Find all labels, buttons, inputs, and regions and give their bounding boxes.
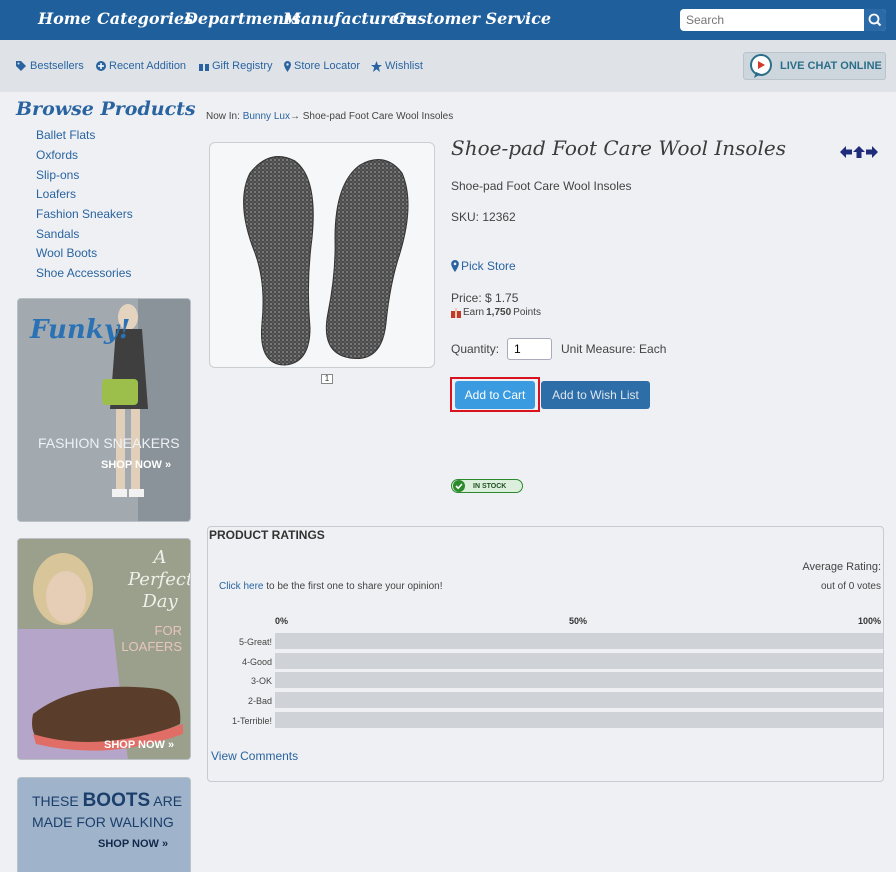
product-ratings-panel: PRODUCT RATINGS Average Rating: out of 0… [207, 526, 884, 782]
banner-cta: SHOP NOW » [98, 838, 169, 850]
view-comments-link[interactable]: View Comments [211, 749, 298, 763]
category-link-shoe-accessories[interactable]: Shoe Accessories [36, 266, 131, 280]
browse-products-title: Browse Products [16, 98, 196, 120]
map-marker-icon [284, 60, 291, 72]
nav-home[interactable]: Home [38, 9, 91, 28]
banner-headline: A Perfect Day [128, 547, 191, 612]
gift-icon [199, 61, 209, 71]
rating-row-label: 5-Great! [238, 637, 272, 647]
click-here-link[interactable]: Click here [219, 581, 263, 592]
map-marker-icon [451, 260, 459, 272]
category-link-fashion-sneakers[interactable]: Fashion Sneakers [36, 207, 133, 221]
banner-subtitle: FASHION SNEAKERS [38, 435, 180, 451]
live-chat-button[interactable]: LIVE CHAT ONLINE [743, 52, 886, 80]
nav-customer-service[interactable]: Customer Service [393, 9, 551, 28]
rating-row-label: 3-OK [250, 676, 272, 686]
gift-icon [451, 307, 461, 318]
quantity-input[interactable] [507, 338, 552, 360]
product-navigation [840, 146, 878, 158]
insoles-image [243, 156, 409, 366]
category-link-ballet-flats[interactable]: Ballet Flats [36, 128, 95, 142]
reward-points: Earn 1,750 Points [451, 307, 541, 318]
product-subtitle: Shoe-pad Foot Care Wool Insoles [451, 179, 632, 193]
bestsellers-link[interactable]: Bestsellers [16, 60, 84, 72]
rating-row-label: 4-Good [241, 657, 272, 667]
live-chat-label: LIVE CHAT ONLINE [780, 60, 882, 72]
up-arrow-icon[interactable] [853, 146, 865, 158]
search-button[interactable] [864, 9, 886, 31]
banner-cta: SHOP NOW » [101, 459, 172, 471]
quantity-label: Quantity: [451, 342, 500, 356]
previous-arrow-icon[interactable] [840, 146, 852, 158]
check-circle-icon [453, 480, 465, 492]
pick-store-link[interactable]: Pick Store [451, 259, 516, 273]
search-input[interactable] [680, 9, 864, 31]
utility-bar: Bestsellers Recent Addition Gift Registr… [0, 40, 896, 92]
rating-bar [275, 633, 883, 649]
product-price: Price: $ 1.75 [451, 291, 519, 305]
pct-label-50: 50% [569, 616, 588, 626]
category-link-wool-boots[interactable]: Wool Boots [36, 246, 97, 260]
rating-bar [275, 653, 883, 669]
search-icon [868, 13, 882, 27]
add-to-wishlist-button[interactable]: Add to Wish List [541, 381, 650, 409]
add-to-cart-button[interactable]: Add to Cart [455, 381, 535, 409]
pct-label-0: 0% [275, 616, 289, 626]
product-title: Shoe-pad Foot Care Wool Insoles [451, 136, 786, 160]
chat-bubble-icon [750, 54, 772, 78]
category-link-slip-ons[interactable]: Slip-ons [36, 168, 79, 182]
category-link-oxfords[interactable]: Oxfords [36, 148, 78, 162]
in-stock-badge: IN STOCK [451, 479, 523, 493]
pct-label-100: 100% [857, 616, 881, 626]
boots-banner[interactable]: THESE BOOTS ARE MADE FOR WALKING SHOP NO… [17, 777, 191, 872]
banner-cta: SHOP NOW » [104, 739, 175, 751]
image-thumbnail-1[interactable]: 1 [321, 374, 333, 384]
star-icon [371, 60, 382, 72]
rating-bar [275, 712, 883, 728]
banner-headline: Funky! [30, 315, 131, 345]
loafers-banner[interactable]: A Perfect Day FOR LOAFERS SHOP NOW » [17, 538, 191, 760]
average-rating-label: Average Rating: [802, 561, 881, 573]
category-link-loafers[interactable]: Loafers [36, 187, 76, 201]
first-review-text: Click here to be the first one to share … [219, 581, 443, 592]
category-link-sandals[interactable]: Sandals [36, 227, 79, 241]
rating-row-label: 2-Bad [247, 696, 272, 706]
next-arrow-icon[interactable] [866, 146, 878, 158]
search-box [680, 9, 886, 31]
rating-bar [275, 692, 883, 708]
recent-addition-link[interactable]: Recent Addition [96, 60, 186, 72]
breadcrumb: Now In: Bunny Lux→ Shoe-pad Foot Care Wo… [206, 111, 454, 122]
votes-count: out of 0 votes [820, 581, 881, 592]
wishlist-link[interactable]: Wishlist [371, 60, 423, 72]
breadcrumb-link[interactable]: Bunny Lux [243, 111, 290, 122]
unit-measure: Unit Measure: Each [561, 342, 667, 356]
rating-bar [275, 672, 883, 688]
tags-icon [16, 61, 26, 71]
product-sku: SKU: 12362 [451, 210, 516, 224]
ratings-title: PRODUCT RATINGS [209, 528, 325, 542]
breadcrumb-current: Shoe-pad Foot Care Wool Insoles [302, 111, 454, 122]
rating-row-label: 1-Terrible! [231, 716, 272, 726]
fashion-sneakers-banner[interactable]: Funky! FASHION SNEAKERS SHOP NOW » [17, 298, 191, 522]
gift-registry-link[interactable]: Gift Registry [199, 60, 273, 72]
banner-headline: THESE BOOTS ARE [32, 790, 183, 811]
plus-circle-icon [96, 61, 106, 71]
product-image[interactable] [209, 142, 435, 368]
banner-subtitle: MADE FOR WALKING [32, 814, 174, 830]
banner-subtitle: FOR LOAFERS [121, 623, 182, 654]
store-locator-link[interactable]: Store Locator [284, 60, 360, 72]
top-navigation: Home Categories Departments Manufacturer… [0, 0, 896, 40]
nav-categories[interactable]: Categories [97, 9, 193, 28]
